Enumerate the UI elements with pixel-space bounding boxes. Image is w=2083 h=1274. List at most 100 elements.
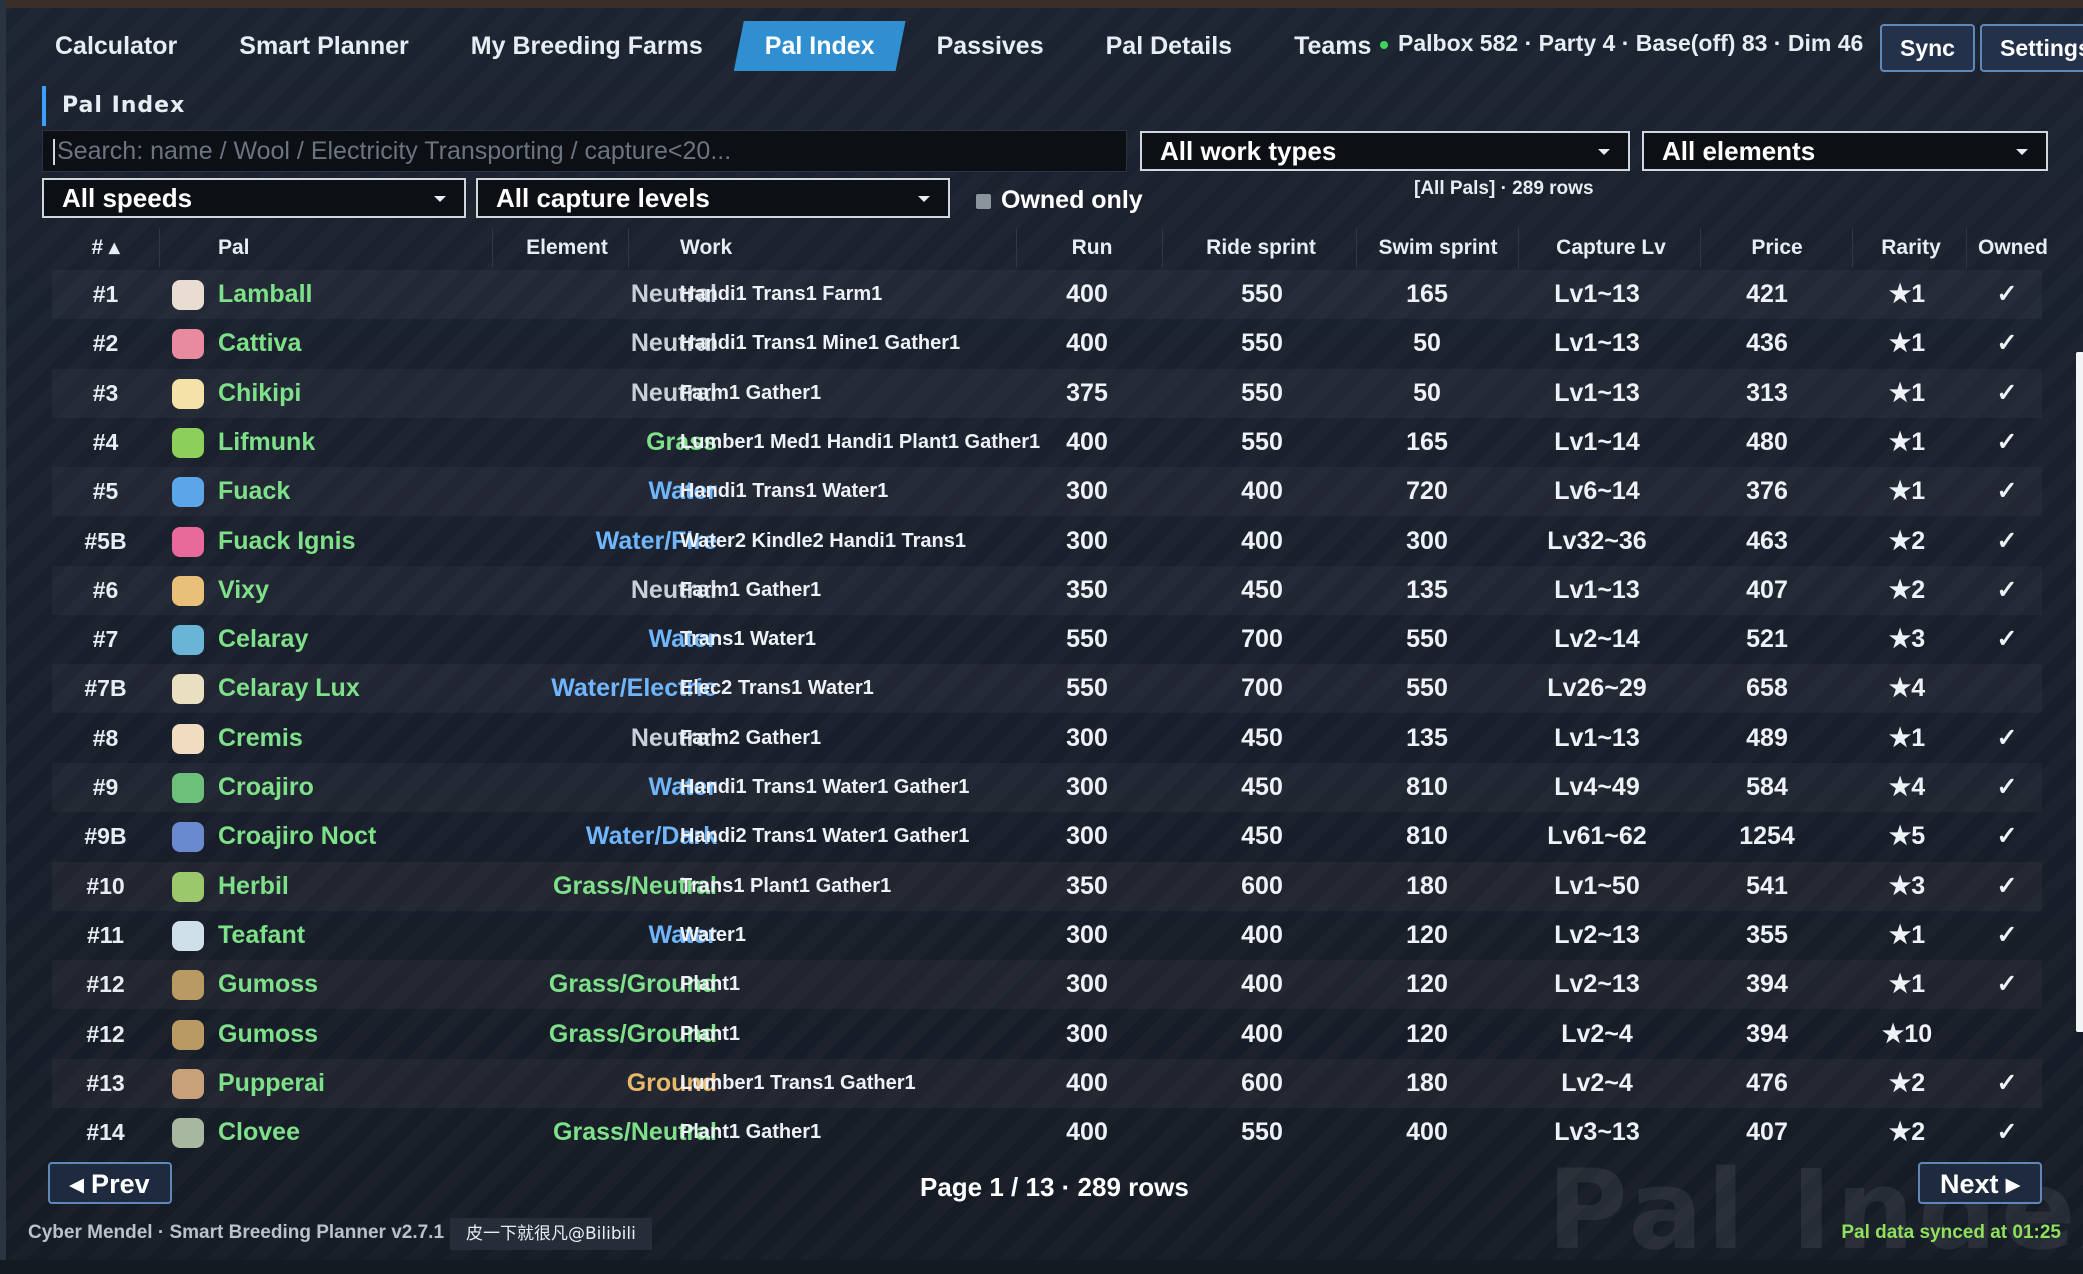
pal-capture-level: Lv2~13: [1554, 921, 1640, 949]
col-header-swim[interactable]: Swim sprint: [1358, 228, 1519, 268]
col-header-element[interactable]: Element: [506, 228, 629, 268]
table-row[interactable]: #7B Celaray Lux Water/Electric Elec2 Trans1…: [52, 664, 2042, 713]
col-header-price[interactable]: Price: [1702, 228, 1853, 268]
table-row[interactable]: #8 Cremis Neutral Farm2 Gather1 300 450 135 Lv1…: [52, 714, 2042, 763]
tab-calculator[interactable]: Calculator: [24, 21, 208, 71]
pal-name[interactable]: Celaray Lux: [218, 664, 360, 713]
pal-rarity: ★2: [1888, 1069, 1926, 1097]
settings-button[interactable]: Settings: [1980, 24, 2083, 72]
owned-check-icon: ✓: [1996, 329, 2018, 357]
table-row[interactable]: #7 Celaray Water Trans1 Water1 550 700 550 Lv2~…: [52, 615, 2042, 664]
pal-name[interactable]: Cremis: [218, 714, 303, 763]
pal-name[interactable]: Teafant: [218, 911, 305, 960]
capture-level-select[interactable]: All capture levels: [476, 178, 950, 218]
pal-price: 584: [1746, 773, 1788, 801]
herbil-icon: [172, 872, 204, 902]
pal-name[interactable]: Fuack Ignis: [218, 517, 356, 566]
pal-price: 476: [1746, 1069, 1788, 1097]
col-header-pal[interactable]: Pal: [162, 228, 493, 268]
pal-name[interactable]: Lamball: [218, 270, 312, 319]
pal-name[interactable]: Herbil: [218, 862, 289, 911]
pal-name[interactable]: Lifmunk: [218, 418, 315, 467]
pal-table-body: #1 Lamball Neutral Handi1 Trans1 Farm1 400 55…: [52, 270, 2042, 1156]
pal-name[interactable]: Pupperai: [218, 1059, 325, 1108]
tab-passives[interactable]: Passives: [906, 21, 1075, 71]
pal-capture-level: Lv1~14: [1554, 428, 1640, 456]
pal-run: 300: [1066, 822, 1108, 850]
col-header-work[interactable]: Work: [632, 228, 1017, 268]
pal-name[interactable]: Gumoss: [218, 960, 318, 1009]
element-select[interactable]: All elements: [1642, 131, 2048, 171]
owned-only-toggle[interactable]: Owned only: [976, 186, 1143, 215]
table-row[interactable]: #4 Lifmunk Grass Lumber1 Med1 Handi1 Plant1…: [52, 418, 2042, 467]
pal-work: Handi1 Trans1 Water1: [680, 480, 889, 502]
pal-name[interactable]: Gumoss: [218, 1010, 318, 1059]
pal-number: #3: [92, 380, 119, 406]
pal-rarity: ★1: [1888, 724, 1926, 752]
col-header-owned[interactable]: Owned: [1968, 228, 2058, 268]
pal-name[interactable]: Croajiro Noct: [218, 812, 376, 861]
table-row[interactable]: #12 Gumoss Grass/Ground Plant1 300 400 120 Lv2~…: [52, 960, 2042, 1009]
table-row[interactable]: #12 Gumoss Grass/Ground Plant1 300 400 120 Lv2~…: [52, 1010, 2042, 1059]
cremis-icon: [172, 724, 204, 754]
pal-swim-sprint: 180: [1406, 872, 1448, 900]
left-edge: [0, 0, 6, 1260]
pal-rarity: ★1: [1888, 921, 1926, 949]
owned-only-checkbox[interactable]: [976, 193, 991, 209]
pal-name[interactable]: Fuack: [218, 467, 290, 516]
pal-swim-sprint: 180: [1406, 1069, 1448, 1097]
col-header-num[interactable]: # ▴: [52, 228, 160, 268]
pal-ride-sprint: 550: [1241, 329, 1283, 357]
sync-button[interactable]: Sync: [1880, 24, 1975, 72]
pal-name[interactable]: Chikipi: [218, 369, 301, 418]
table-row[interactable]: #9 Croajiro Water Handi1 Trans1 Water1 Gath…: [52, 763, 2042, 812]
pal-name[interactable]: Vixy: [218, 566, 269, 615]
pal-capture-level: Lv1~13: [1554, 379, 1640, 407]
table-row[interactable]: #13 Pupperai Ground Lumber1 Trans1 Gather1 4…: [52, 1059, 2042, 1108]
rows-info: [All Pals] · 289 rows: [1414, 178, 1594, 199]
next-page-button[interactable]: Next ▸: [1918, 1162, 2042, 1204]
table-row[interactable]: #11 Teafant Water Water1 300 400 120 Lv2~13 355 ★…: [52, 911, 2042, 960]
table-row[interactable]: #2 Cattiva Neutral Handi1 Trans1 Mine1 Gath…: [52, 319, 2042, 368]
tab-pal-index[interactable]: Pal Index: [734, 21, 906, 71]
col-header-run[interactable]: Run: [1022, 228, 1163, 268]
pal-swim-sprint: 165: [1406, 280, 1448, 308]
page-info: Page 1 / 13 · 289 rows: [920, 1172, 1189, 1202]
search-input[interactable]: Search: name / Wool / Electricity Transp…: [42, 130, 1127, 172]
pal-swim-sprint: 120: [1406, 1020, 1448, 1048]
online-dot-icon: [1380, 40, 1388, 49]
pal-name[interactable]: Croajiro: [218, 763, 314, 812]
table-row[interactable]: #5 Fuack Water Handi1 Trans1 Water1 300 400 72…: [52, 467, 2042, 516]
pal-name[interactable]: Clovee: [218, 1108, 300, 1156]
tab-pal-details[interactable]: Pal Details: [1075, 21, 1263, 71]
pal-name[interactable]: Celaray: [218, 615, 308, 664]
prev-page-button[interactable]: ◂ Prev: [48, 1162, 172, 1204]
table-row[interactable]: #5B Fuack Ignis Water/Fire Water2 Kindle2 H…: [52, 517, 2042, 566]
pal-capture-level: Lv61~62: [1547, 822, 1647, 850]
table-scrollbar[interactable]: [2076, 352, 2083, 1032]
pal-ride-sprint: 550: [1241, 1118, 1283, 1146]
pal-swim-sprint: 120: [1406, 921, 1448, 949]
pal-number: #7: [92, 626, 119, 652]
col-header-ride[interactable]: Ride sprint: [1166, 228, 1357, 268]
pal-run: 300: [1066, 477, 1108, 505]
tab-smart-planner[interactable]: Smart Planner: [208, 21, 440, 71]
col-header-capture[interactable]: Capture Lv: [1522, 228, 1701, 268]
table-row[interactable]: #3 Chikipi Neutral Farm1 Gather1 375 550 50 Lv1…: [52, 369, 2042, 418]
table-row[interactable]: #1 Lamball Neutral Handi1 Trans1 Farm1 400 55…: [52, 270, 2042, 319]
owned-check-icon: ✓: [1996, 872, 2018, 900]
tab-my-breeding-farms[interactable]: My Breeding Farms: [440, 21, 734, 71]
fuack-ignis-icon: [172, 527, 204, 557]
table-row[interactable]: #6 Vixy Neutral Farm1 Gather1 350 450 135 Lv1~1…: [52, 566, 2042, 615]
col-header-rarity[interactable]: Rarity: [1856, 228, 1967, 268]
pal-price: 658: [1746, 674, 1788, 702]
pal-price: 376: [1746, 477, 1788, 505]
pal-name[interactable]: Cattiva: [218, 319, 301, 368]
work-type-select[interactable]: All work types: [1140, 131, 1630, 171]
table-row[interactable]: #9B Croajiro Noct Water/Dark Handi2 Trans1 …: [52, 812, 2042, 861]
main-nav: Calculator Smart Planner My Breeding Far…: [24, 18, 1402, 74]
pal-price: 521: [1746, 625, 1788, 653]
table-row[interactable]: #10 Herbil Grass/Neutral Trans1 Plant1 Gath…: [52, 862, 2042, 911]
pal-price: 394: [1746, 970, 1788, 998]
speed-select[interactable]: All speeds: [42, 178, 466, 218]
